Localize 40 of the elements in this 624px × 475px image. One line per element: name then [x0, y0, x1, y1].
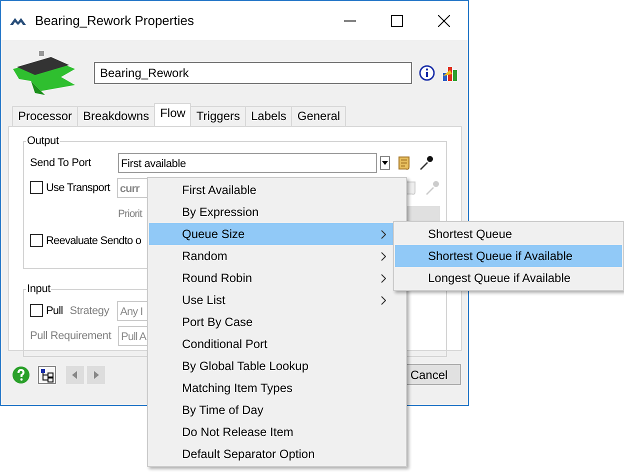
- checkbox[interactable]: [30, 234, 43, 247]
- help-icon[interactable]: [12, 366, 30, 384]
- menu-item[interactable]: Use List: [149, 289, 405, 311]
- checkbox[interactable]: [30, 304, 43, 317]
- menu-item[interactable]: Port By Case: [149, 311, 405, 333]
- window-title: Bearing_Rework Properties: [35, 13, 194, 28]
- conveyor-model-icon: [11, 51, 77, 95]
- menu-item[interactable]: Do Not Release Item: [149, 421, 405, 443]
- menu-item[interactable]: By Time of Day: [149, 399, 405, 421]
- group-label: Output: [26, 134, 60, 148]
- tab[interactable]: Processor: [12, 106, 78, 126]
- priority-field: [407, 206, 440, 222]
- field-label: Strategy: [70, 304, 110, 316]
- checkbox[interactable]: [30, 181, 43, 194]
- menu-item[interactable]: Conditional Port: [149, 333, 405, 355]
- checkbox-label: Pull: [46, 304, 63, 316]
- field-label: Send To Port: [30, 156, 92, 168]
- eyedropper-icon[interactable]: [418, 154, 434, 170]
- close-icon[interactable]: [438, 14, 450, 26]
- tab[interactable]: General: [291, 106, 346, 126]
- field-label: Pull Requirement: [30, 330, 112, 342]
- checkbox-label: Use Transport: [46, 182, 110, 194]
- name-field[interactable]: Bearing_Rework: [94, 62, 412, 84]
- menu-item[interactable]: Default Separator Option: [149, 443, 405, 465]
- maximize-icon[interactable]: [391, 14, 403, 26]
- dropdown-icon[interactable]: [380, 156, 390, 170]
- menu-item[interactable]: By Expression: [149, 201, 405, 223]
- menu-item[interactable]: First Available: [149, 179, 405, 201]
- group-label: Input: [26, 282, 52, 296]
- checkbox-label: Reevaluate Sendto o: [46, 234, 142, 246]
- tab[interactable]: Flow: [154, 103, 192, 126]
- eyedropper-icon: [424, 180, 440, 196]
- priority-label: Priorit: [118, 208, 142, 220]
- info-icon[interactable]: [419, 65, 435, 81]
- menu-item[interactable]: Shortest Queue if Available: [395, 245, 622, 267]
- send-to-port-field[interactable]: First available: [118, 152, 377, 172]
- script-icon[interactable]: [396, 154, 412, 170]
- menu-item[interactable]: Longest Queue if Available: [395, 267, 622, 289]
- bar-chart-icon[interactable]: [442, 64, 458, 82]
- tree-icon[interactable]: [38, 366, 56, 384]
